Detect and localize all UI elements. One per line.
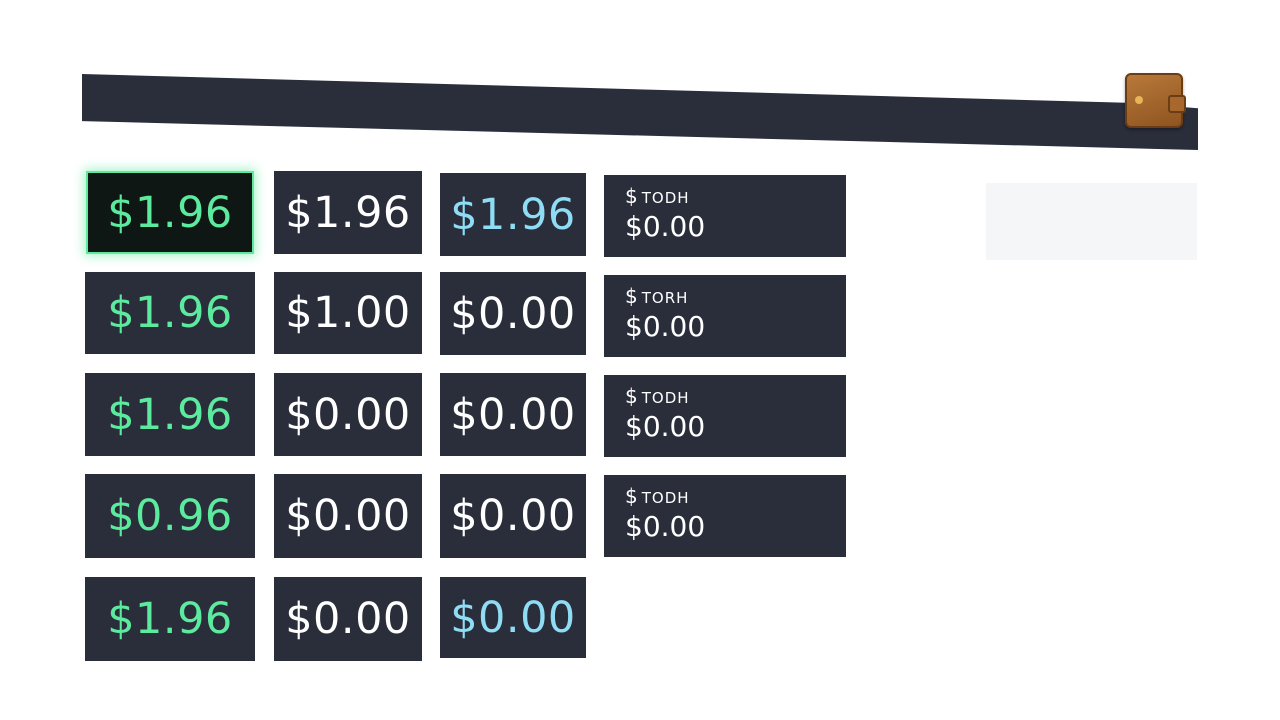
balance-card[interactable]: $ TODH $0.00 <box>604 375 846 457</box>
price-tile[interactable]: $1.96 <box>440 173 586 256</box>
price-tile[interactable]: $0.00 <box>274 474 422 558</box>
currency-symbol: $ <box>625 184 639 208</box>
price-tile[interactable]: $1.96 <box>85 272 255 354</box>
wallet-clasp <box>1168 95 1186 113</box>
balance-amount: $0.00 <box>625 310 706 343</box>
wallet-icon[interactable] <box>1125 73 1186 128</box>
balance-card[interactable]: $ TORH $0.00 <box>604 275 846 357</box>
price-tile[interactable]: $0.00 <box>440 577 586 658</box>
balance-card-label: $ TODH <box>625 484 846 508</box>
balance-amount: $0.00 <box>625 210 706 243</box>
price-tile[interactable]: $0.96 <box>85 474 255 558</box>
price-tile[interactable]: $0.00 <box>274 373 422 456</box>
token-code: TODH <box>641 489 690 507</box>
balance-card-label: $ TODH <box>625 384 846 408</box>
price-tile[interactable]: $1.00 <box>274 272 422 354</box>
price-tile[interactable]: $0.00 <box>440 474 586 558</box>
balance-card-label: $ TORH <box>625 284 846 308</box>
token-code: TODH <box>641 389 690 407</box>
price-tile[interactable]: $0.00 <box>274 577 422 661</box>
price-tile[interactable]: $0.00 <box>440 272 586 355</box>
price-tile[interactable]: $1.96 <box>85 373 255 456</box>
price-tile[interactable]: $1.96 <box>85 577 255 661</box>
price-tile[interactable]: $0.00 <box>440 373 586 456</box>
price-tile[interactable]: $1.96 <box>274 171 422 254</box>
token-code: TORH <box>641 289 689 307</box>
balance-card-label: $ TODH <box>625 184 846 208</box>
balance-card[interactable]: $ TODH $0.00 <box>604 175 846 257</box>
currency-symbol: $ <box>625 284 639 308</box>
balance-amount: $0.00 <box>625 410 706 443</box>
empty-panel <box>986 183 1197 260</box>
token-code: TODH <box>641 189 690 207</box>
price-tile-selected[interactable]: $1.96 <box>86 171 254 254</box>
balance-amount: $0.00 <box>625 510 706 543</box>
currency-symbol: $ <box>625 484 639 508</box>
balance-card[interactable]: $ TODH $0.00 <box>604 475 846 557</box>
header-bar <box>82 74 1198 150</box>
currency-symbol: $ <box>625 384 639 408</box>
wallet-clasp-dot <box>1135 96 1143 104</box>
